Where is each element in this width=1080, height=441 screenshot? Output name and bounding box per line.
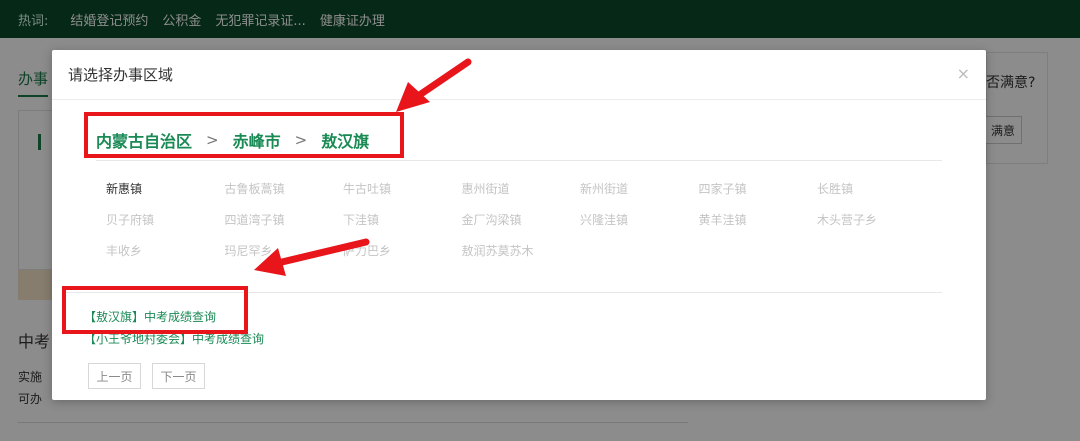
annotation-highlight-box: [84, 112, 404, 158]
town-item[interactable]: 新州街道: [580, 180, 699, 198]
town-item[interactable]: 四家子镇: [699, 180, 818, 198]
town-item[interactable]: 敖润苏莫苏木: [462, 242, 581, 260]
town-item[interactable]: 长胜镇: [817, 180, 936, 198]
town-item[interactable]: 古鲁板蒿镇: [225, 180, 344, 198]
town-item[interactable]: 兴隆洼镇: [580, 211, 699, 229]
town-item[interactable]: 丰收乡: [106, 242, 225, 260]
town-item[interactable]: 玛尼罕乡: [225, 242, 344, 260]
town-item[interactable]: 黄羊洼镇: [699, 211, 818, 229]
town-item[interactable]: 木头营子乡: [817, 211, 936, 229]
town-item[interactable]: 下洼镇: [343, 211, 462, 229]
town-item[interactable]: 惠州街道: [462, 180, 581, 198]
divider: [96, 160, 942, 161]
town-list: 新惠镇 古鲁板蒿镇 牛古吐镇 惠州街道 新州街道 四家子镇 长胜镇 贝子府镇 四…: [106, 180, 936, 260]
prev-page-button[interactable]: 上一页: [88, 363, 141, 389]
town-item[interactable]: 贝子府镇: [106, 211, 225, 229]
town-item[interactable]: 萨力巴乡: [343, 242, 462, 260]
pagination: 上一页 下一页: [88, 363, 205, 389]
town-item[interactable]: 四道湾子镇: [225, 211, 344, 229]
region-select-dialog: 请选择办事区域 × 内蒙古自治区 > 赤峰市 > 敖汉旗 新惠镇 古鲁板蒿镇 牛…: [52, 50, 986, 400]
town-item[interactable]: 牛古吐镇: [343, 180, 462, 198]
close-icon[interactable]: ×: [957, 64, 970, 83]
annotation-highlight-box: [62, 286, 248, 334]
dialog-header: 请选择办事区域: [52, 50, 986, 100]
next-page-button[interactable]: 下一页: [152, 363, 205, 389]
dialog-title: 请选择办事区域: [68, 66, 174, 84]
town-item[interactable]: 金厂沟梁镇: [462, 211, 581, 229]
town-item[interactable]: 新惠镇: [106, 180, 225, 198]
